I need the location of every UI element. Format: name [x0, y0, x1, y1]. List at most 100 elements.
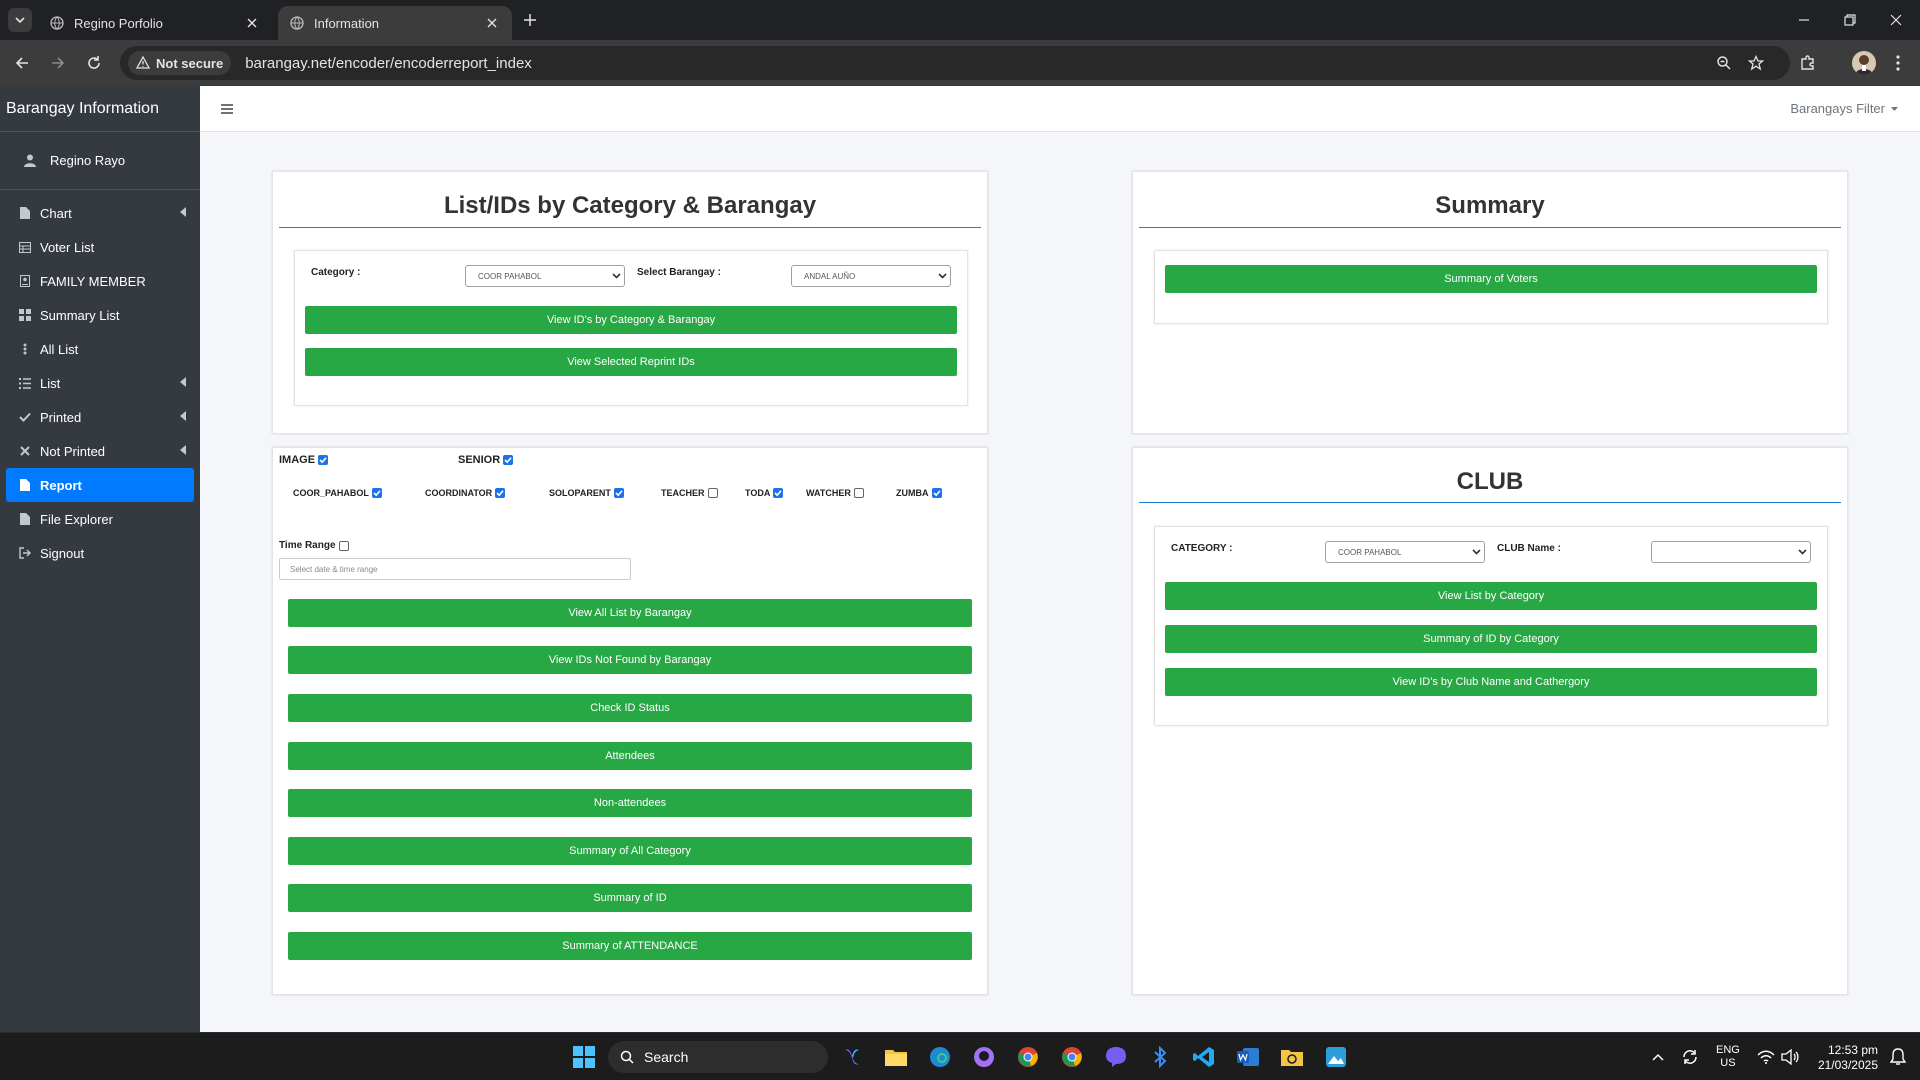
profile-avatar[interactable]: [1852, 51, 1876, 75]
checkbox-unchecked[interactable]: [338, 540, 349, 551]
file-explorer-app[interactable]: [882, 1043, 910, 1071]
sidebar-item-label: Signout: [40, 545, 85, 561]
sidebar-item-all-list[interactable]: All List: [6, 332, 194, 366]
reload-button[interactable]: [82, 51, 106, 75]
viber-app[interactable]: [1102, 1043, 1130, 1071]
check-id-status-button[interactable]: Check ID Status: [288, 694, 972, 722]
bookmark-button[interactable]: [1744, 51, 1768, 75]
github-app[interactable]: [970, 1043, 998, 1071]
word-app[interactable]: [1234, 1043, 1262, 1071]
tab-regino-porfolio[interactable]: Regino Porfolio: [38, 6, 272, 40]
image-checkbox[interactable]: IMAGE: [279, 454, 329, 466]
checkbox-checked[interactable]: [503, 455, 514, 465]
back-button[interactable]: [10, 51, 34, 75]
summary-of-attendance-button[interactable]: Summary of ATTENDANCE: [288, 932, 972, 960]
taskbar-search[interactable]: Search: [608, 1041, 828, 1073]
sidebar-toggle-button[interactable]: [218, 100, 236, 118]
checkbox-unchecked[interactable]: [853, 488, 864, 498]
volume-status[interactable]: [1776, 1043, 1804, 1071]
sidebar-item-voter-list[interactable]: Voter List: [6, 230, 194, 264]
summary-of-id-button[interactable]: Summary of ID: [288, 884, 972, 912]
browser-menu-button[interactable]: [1886, 51, 1910, 75]
input-language[interactable]: ENG US: [1716, 1044, 1740, 1070]
restore-button[interactable]: [1838, 8, 1862, 32]
sidebar-item-list[interactable]: List: [6, 366, 194, 400]
club-category-select[interactable]: COOR PAHABOL: [1325, 541, 1485, 563]
checkbox-checked[interactable]: [371, 488, 382, 498]
notifications-button[interactable]: [1884, 1043, 1912, 1071]
sidebar-item-family-member[interactable]: FAMILY MEMBER: [6, 264, 194, 298]
vscode-app[interactable]: [1190, 1043, 1218, 1071]
close-icon[interactable]: [484, 15, 500, 31]
sidebar-item-summary-list[interactable]: Summary List: [6, 298, 194, 332]
brand-title[interactable]: Barangay Information: [0, 86, 200, 132]
category-checkbox-zumba[interactable]: ZUMBA: [896, 488, 942, 498]
bluetooth-app[interactable]: [1146, 1043, 1174, 1071]
show-hidden-icons-button[interactable]: [1644, 1043, 1672, 1071]
new-tab-button[interactable]: [520, 10, 540, 30]
checkbox-checked[interactable]: [931, 488, 942, 498]
category-checkbox-coor-pahabol[interactable]: COOR_PAHABOL: [293, 488, 382, 498]
checkbox-checked[interactable]: [318, 455, 329, 465]
barangay-select[interactable]: ANDAL AUÑO: [791, 265, 951, 287]
tab-information[interactable]: Information: [278, 6, 512, 40]
close-icon[interactable]: [244, 15, 260, 31]
view-list-by-category-button[interactable]: View List by Category: [1165, 582, 1817, 610]
non-attendees-button[interactable]: Non-attendees: [288, 789, 972, 817]
zoom-button[interactable]: [1712, 51, 1736, 75]
sidebar-item-signout[interactable]: Signout: [6, 536, 194, 570]
checkbox-checked[interactable]: [495, 488, 506, 498]
search-label: Search: [644, 1049, 689, 1065]
summary-card-title: Summary: [1435, 192, 1545, 219]
view-ids-by-category-barangay-button[interactable]: View ID's by Category & Barangay: [305, 306, 957, 334]
photos-app[interactable]: [1322, 1043, 1350, 1071]
view-ids-by-club-name-button[interactable]: View ID's by Club Name and Cathergory: [1165, 668, 1817, 696]
sidebar-item-report[interactable]: Report: [6, 468, 194, 502]
sidebar-item-chart[interactable]: Chart: [6, 196, 194, 230]
view-selected-reprint-ids-button[interactable]: View Selected Reprint IDs: [305, 348, 957, 376]
barangays-filter-dropdown[interactable]: Barangays Filter: [1790, 101, 1898, 116]
attendees-button[interactable]: Attendees: [288, 742, 972, 770]
category-checkbox-teacher[interactable]: TEACHER: [661, 488, 718, 498]
sidebar-item-not-printed[interactable]: Not Printed: [6, 434, 194, 468]
chrome-app[interactable]: [1014, 1043, 1042, 1071]
forward-button[interactable]: [46, 51, 70, 75]
category-checkbox-toda[interactable]: TODA: [745, 488, 784, 498]
club-name-select[interactable]: [1651, 541, 1811, 563]
user-panel[interactable]: Regino Rayo: [0, 132, 200, 190]
list-ids-form: Category : COOR PAHABOL Select Barangay …: [294, 250, 968, 406]
chrome-profile-app[interactable]: [1058, 1043, 1086, 1071]
view-ids-not-found-button[interactable]: View IDs Not Found by Barangay: [288, 646, 972, 674]
file-manager-app[interactable]: [1278, 1043, 1306, 1071]
sidebar-item-printed[interactable]: Printed: [6, 400, 194, 434]
sidebar-item-file-explorer[interactable]: File Explorer: [6, 502, 194, 536]
category-checkbox-watcher[interactable]: WATCHER: [806, 488, 864, 498]
extensions-button[interactable]: [1796, 51, 1820, 75]
senior-checkbox[interactable]: SENIOR: [458, 454, 514, 466]
checkbox-checked[interactable]: [613, 488, 624, 498]
edge-app[interactable]: [926, 1043, 954, 1071]
time-range-input[interactable]: Select date & time range: [279, 558, 631, 580]
system-clock[interactable]: 12:53 pm 21/03/2025: [1810, 1043, 1878, 1073]
minimize-button[interactable]: [1792, 8, 1816, 32]
sync-status[interactable]: [1676, 1043, 1704, 1071]
url-text[interactable]: barangay.net/encoder/encoderreport_index: [245, 55, 532, 72]
summary-of-id-by-category-button[interactable]: Summary of ID by Category: [1165, 625, 1817, 653]
summary-of-all-category-button[interactable]: Summary of All Category: [288, 837, 972, 865]
checkbox-unchecked[interactable]: [707, 488, 718, 498]
checkbox-checked[interactable]: [773, 488, 784, 498]
copilot-app[interactable]: [838, 1043, 866, 1071]
category-select[interactable]: COOR PAHABOL: [465, 265, 625, 287]
category-checkbox-coordinator[interactable]: COORDINATOR: [425, 488, 506, 498]
edge-icon: [930, 1047, 950, 1067]
window-close-button[interactable]: [1884, 8, 1908, 32]
tab-search-button[interactable]: [8, 8, 32, 32]
summary-of-voters-button[interactable]: Summary of Voters: [1165, 265, 1817, 293]
category-checkbox-soloparent[interactable]: SOLOPARENT: [549, 488, 624, 498]
bluetooth-icon: [1154, 1046, 1167, 1068]
start-button[interactable]: [570, 1043, 598, 1071]
omnibox[interactable]: Not secure barangay.net/encoder/encoderr…: [120, 46, 1790, 80]
view-all-list-by-barangay-button[interactable]: View All List by Barangay: [288, 599, 972, 627]
time-range-checkbox[interactable]: Time Range: [279, 540, 349, 551]
security-indicator[interactable]: Not secure: [128, 51, 232, 75]
